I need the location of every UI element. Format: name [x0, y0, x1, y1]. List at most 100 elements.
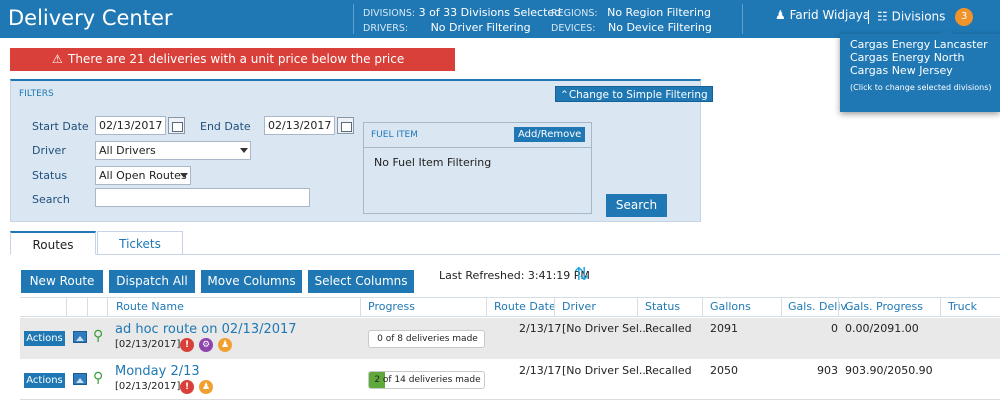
- column-route-date[interactable]: Route Date: [494, 298, 556, 316]
- end-date-input[interactable]: 02/13/2017: [264, 116, 335, 135]
- move-columns-button[interactable]: Move Columns: [201, 270, 302, 293]
- column-status[interactable]: Status: [645, 298, 680, 316]
- regions-key: REGIONS:: [551, 8, 598, 19]
- progress-bar: 0 of 8 deliveries made: [368, 330, 485, 348]
- column-divider: [360, 298, 361, 316]
- simple-filtering-label: Change to Simple Filtering: [568, 89, 708, 101]
- column-gallons[interactable]: Gallons: [710, 298, 751, 316]
- driver-label: Driver: [32, 144, 66, 157]
- driver-cell: [No Driver Sel...: [562, 322, 650, 335]
- column-divider: [702, 298, 703, 316]
- column-gals-progress[interactable]: Gals. Progress: [845, 298, 923, 316]
- user-icon[interactable]: ♟: [199, 380, 213, 394]
- divisions-value: 3 of 33 Divisions Selected: [418, 6, 562, 19]
- calendar-icon[interactable]: [337, 117, 354, 134]
- column-divider: [107, 298, 108, 316]
- regions-value: No Region Filtering: [607, 6, 711, 19]
- actions-button[interactable]: Actions: [24, 331, 65, 346]
- tab-routes[interactable]: Routes: [10, 231, 96, 255]
- divisions-popup[interactable]: Cargas Energy Lancaster Cargas Energy No…: [840, 28, 1000, 112]
- divisions-count-badge: 3: [955, 8, 974, 26]
- tab-tickets[interactable]: Tickets: [97, 231, 183, 255]
- user-icon[interactable]: ♟: [218, 338, 232, 352]
- gear-icon[interactable]: ⚙: [199, 338, 213, 352]
- division-item[interactable]: Cargas Energy Lancaster: [850, 38, 990, 51]
- calendar-icon[interactable]: [168, 117, 185, 134]
- column-divider: [838, 298, 839, 316]
- top-bar: Delivery Center DIVISIONS: 3 of 33 Divis…: [0, 0, 1000, 38]
- start-date-input[interactable]: 02/13/2017: [95, 116, 166, 135]
- dispatch-all-button[interactable]: Dispatch All: [109, 270, 195, 293]
- select-columns-button[interactable]: Select Columns: [308, 270, 414, 293]
- table-header: Route Name Progress Route Date Driver St…: [20, 297, 1000, 317]
- table-row[interactable]: Actions ⚲ Monday 2/13 [02/13/2017] ! ♟ 2…: [20, 360, 1000, 400]
- column-divider: [87, 298, 88, 316]
- divider: [742, 4, 743, 34]
- fuel-add-remove-button[interactable]: Add/Remove: [514, 127, 586, 142]
- column-divider: [554, 298, 555, 316]
- divisions-summary: DIVISIONS: 3 of 33 Divisions Selected: [363, 6, 561, 19]
- chevron-up-icon: ⌃: [560, 89, 569, 101]
- gals-progress-cell: 903.90/2050.90: [845, 364, 933, 377]
- user-icon: ♟: [775, 8, 786, 22]
- simple-filtering-button[interactable]: ⌃Change to Simple Filtering: [555, 86, 713, 102]
- column-driver[interactable]: Driver: [562, 298, 596, 316]
- refresh-icon[interactable]: ⇅: [574, 264, 589, 285]
- filters-panel: FILTERS ⌃Change to Simple Filtering Star…: [10, 79, 713, 222]
- divider: [353, 4, 354, 34]
- status-select-value: All Open Routes: [99, 169, 187, 182]
- column-route-name[interactable]: Route Name: [116, 298, 184, 316]
- driver-select[interactable]: All Drivers: [95, 141, 251, 160]
- search-icon[interactable]: ⚲: [93, 370, 103, 386]
- progress-bar: 2 of 14 deliveries made: [368, 371, 485, 389]
- warning-icon: ⚠: [52, 52, 63, 66]
- progress-text: 2 of 14 deliveries made: [374, 375, 481, 385]
- actions-button[interactable]: Actions: [24, 373, 65, 388]
- search-label: Search: [32, 193, 70, 206]
- division-item[interactable]: Cargas Energy North: [850, 51, 990, 64]
- progress-text: 0 of 8 deliveries made: [377, 334, 478, 344]
- status-cell: Recalled: [645, 322, 692, 335]
- start-date-label: Start Date: [32, 120, 89, 133]
- route-date-sub: [02/13/2017]: [115, 339, 181, 350]
- image-icon[interactable]: [73, 373, 87, 385]
- column-divider: [637, 298, 638, 316]
- price-threshold-alert: ⚠ There are 21 deliveries with a unit pr…: [10, 48, 455, 89]
- fuel-item-value: No Fuel Item Filtering: [374, 156, 492, 169]
- search-input[interactable]: [95, 188, 310, 207]
- route-name-link[interactable]: ad hoc route on 02/13/2017: [115, 322, 297, 337]
- column-divider: [940, 298, 941, 316]
- divisions-label: Divisions: [891, 9, 946, 24]
- drivers-key: DRIVERS:: [363, 23, 409, 34]
- fuel-item-title: FUEL ITEM: [371, 130, 418, 140]
- user-menu[interactable]: ♟ Farid Widjaya: [775, 8, 870, 22]
- fuel-item-panel: FUEL ITEM Add/Remove No Fuel Item Filter…: [363, 122, 592, 214]
- column-divider: [486, 298, 487, 316]
- column-truck[interactable]: Truck: [948, 298, 977, 316]
- alert-icon[interactable]: !: [180, 338, 194, 352]
- chevron-down-icon: [180, 173, 188, 178]
- route-date-cell: 2/13/17: [519, 322, 562, 335]
- drivers-summary: DRIVERS: No Driver Filtering: [363, 21, 531, 34]
- alert-icon[interactable]: !: [180, 380, 194, 394]
- table-row[interactable]: Actions ⚲ ad hoc route on 02/13/2017 [02…: [20, 318, 1000, 359]
- divisions-hint[interactable]: (Click to change selected divisions): [850, 83, 992, 92]
- route-date-sub: [02/13/2017]: [115, 381, 181, 392]
- org-chart-icon: ☷: [877, 9, 888, 24]
- chevron-down-icon: [240, 148, 248, 153]
- new-route-button[interactable]: New Route: [21, 270, 103, 293]
- column-progress[interactable]: Progress: [368, 298, 415, 316]
- search-button[interactable]: Search: [606, 194, 667, 217]
- divisions-button[interactable]: ☷ Divisions 3: [877, 8, 974, 26]
- gals-progress-cell: 0.00/2091.00: [845, 322, 919, 335]
- divisions-key: DIVISIONS:: [363, 8, 416, 19]
- gallons-cell: 2050: [710, 364, 738, 377]
- drivers-value: No Driver Filtering: [430, 21, 531, 34]
- route-name-link[interactable]: Monday 2/13: [115, 364, 200, 379]
- search-icon[interactable]: ⚲: [93, 328, 103, 344]
- image-icon[interactable]: [73, 331, 87, 343]
- gals-delivered-cell: 903: [817, 364, 838, 377]
- division-item[interactable]: Cargas New Jersey: [850, 64, 990, 77]
- driver-select-value: All Drivers: [99, 144, 156, 157]
- status-select[interactable]: All Open Routes: [95, 166, 191, 185]
